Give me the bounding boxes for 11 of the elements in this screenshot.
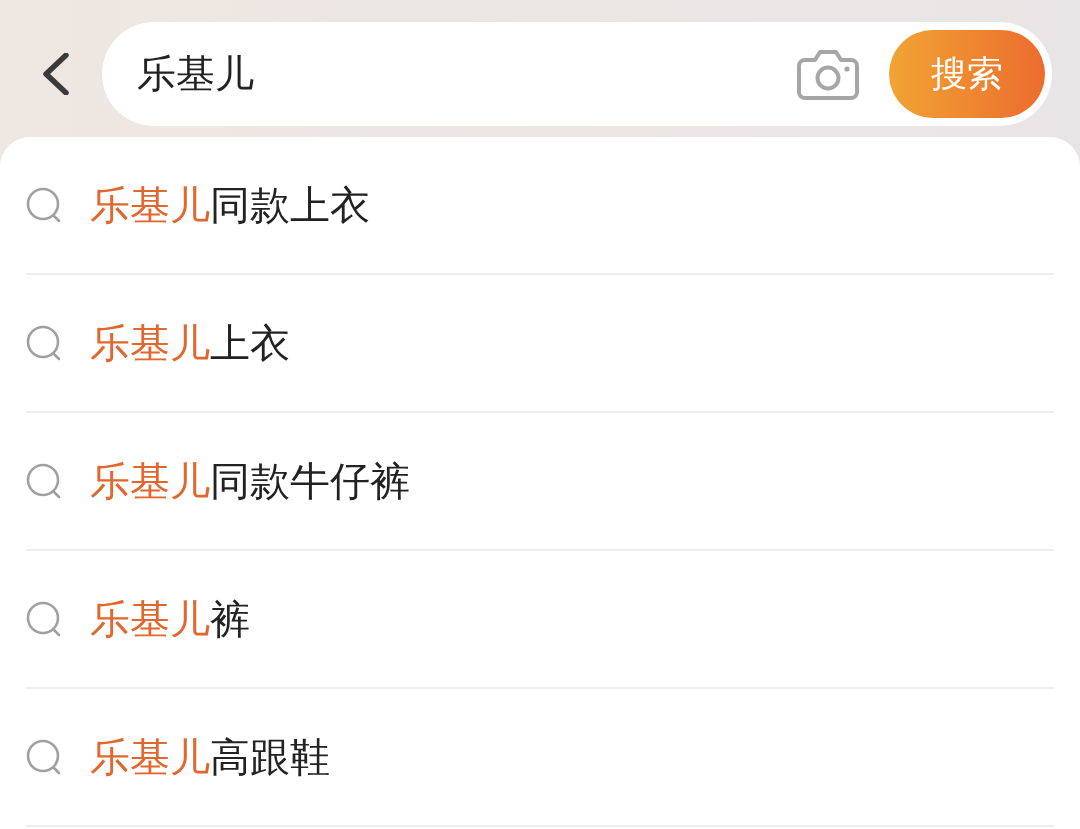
search-icon bbox=[26, 739, 62, 775]
search-icon bbox=[26, 463, 62, 499]
search-icon bbox=[26, 325, 62, 361]
search-icon bbox=[26, 601, 62, 637]
chevron-icon bbox=[42, 53, 70, 95]
search-icon bbox=[26, 187, 62, 223]
suggestion-item[interactable]: 乐基儿上衣 bbox=[26, 275, 1054, 413]
suggestion-item[interactable]: 乐基儿同款上衣 bbox=[26, 137, 1054, 275]
suggestion-item[interactable]: 乐基儿裤 bbox=[26, 551, 1054, 689]
suggestion-item[interactable]: 乐基儿同款牛仔裤 bbox=[26, 413, 1054, 551]
suggestion-item[interactable]: 乐基儿高跟鞋 bbox=[26, 689, 1054, 827]
